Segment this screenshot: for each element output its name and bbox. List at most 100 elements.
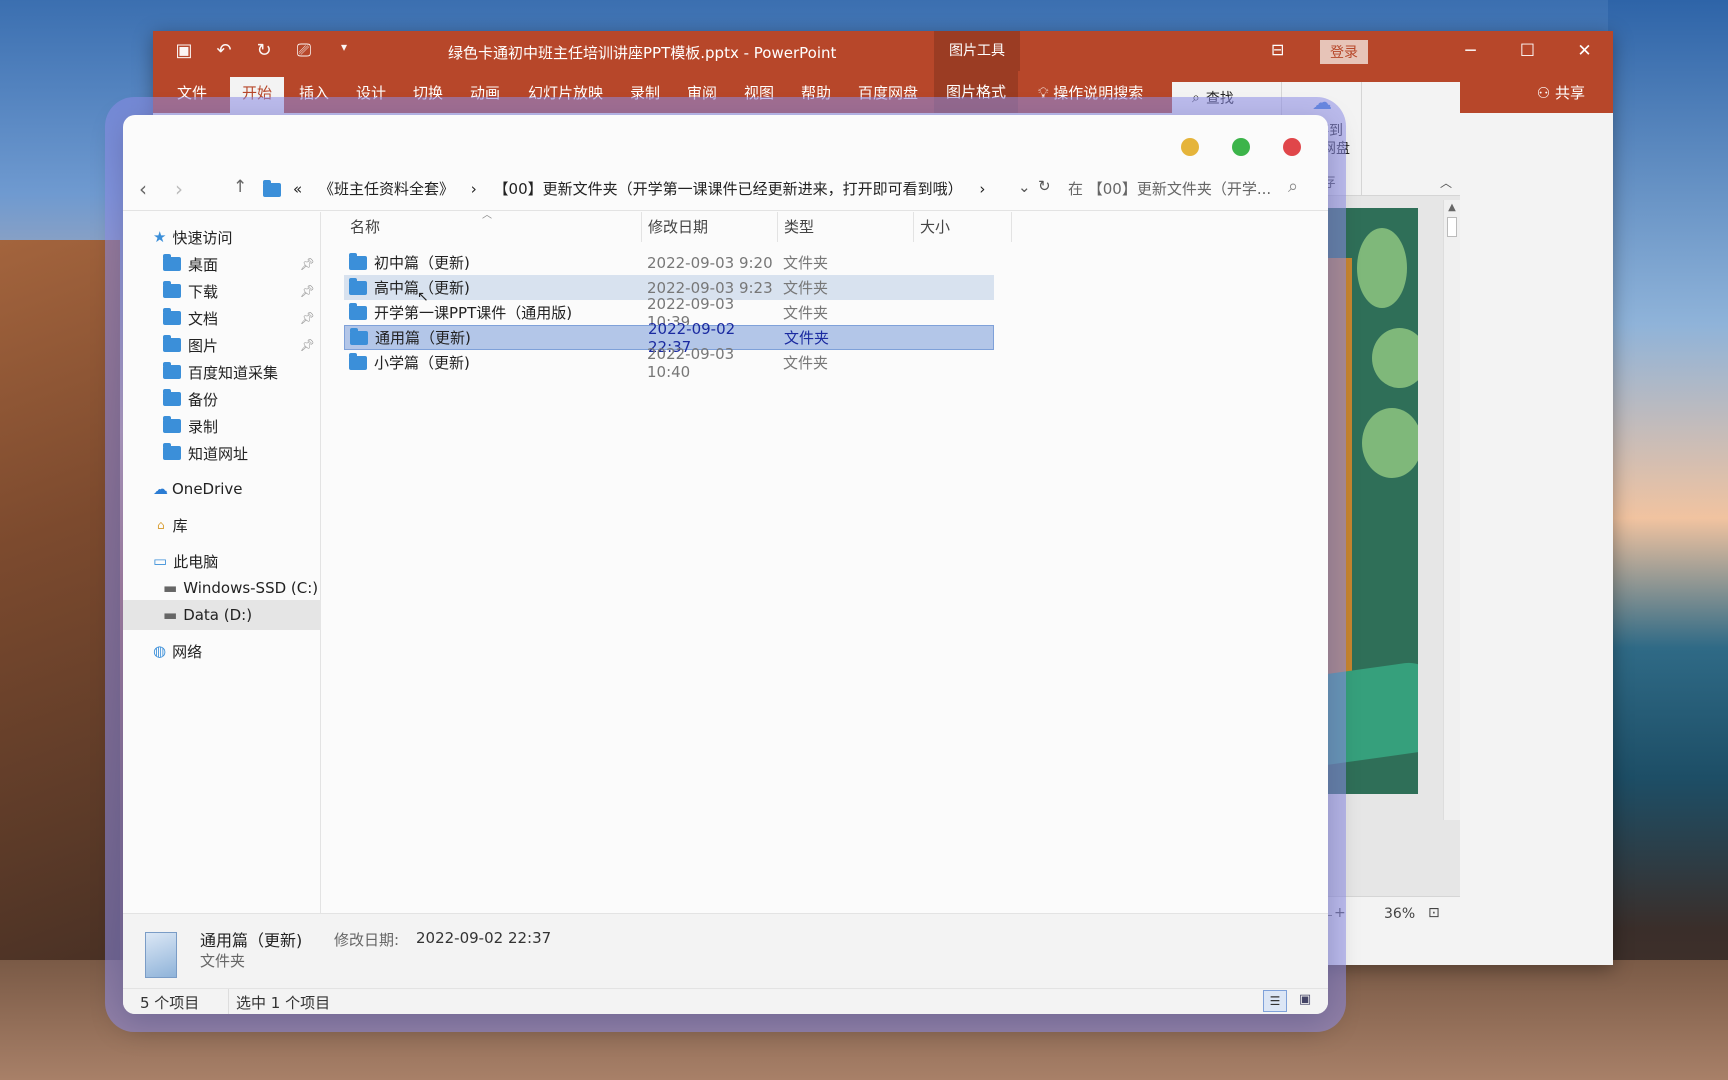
scroll-up-icon[interactable]: ▲ [1444,202,1460,213]
file-name: 开学第一课PPT课件（通用版) [374,304,573,322]
tab-design[interactable]: 设计 [356,82,386,103]
history-dropdown-icon[interactable]: ⌄ [1018,178,1031,196]
zoom-level[interactable]: 36% [1384,906,1415,922]
tab-baidu-netdisk[interactable]: 百度网盘 [858,82,918,103]
ribbon-display-icon[interactable]: ⊟ [1271,40,1284,59]
login-button[interactable]: 登录 [1320,40,1368,64]
maximize-dot[interactable] [1232,138,1250,156]
sidebar-item-documents[interactable]: 文档 📌︎ [123,303,321,333]
fit-slide-icon[interactable]: ⊡ [1428,905,1440,921]
close-icon[interactable]: ✕ [1556,31,1613,71]
folder-large-icon [145,932,177,978]
tell-me-label: 操作说明搜索 [1053,84,1144,102]
network-icon: ◍ [153,642,167,660]
large-icons-view-icon[interactable]: ▣ [1293,990,1317,1012]
sidebar-item-library[interactable]: ⌂ 库 [123,510,321,540]
item-count: 5 个项目 [140,994,200,1012]
undo-icon[interactable]: ↶ [213,40,235,61]
sidebar-item-desktop[interactable]: 桌面 📌︎ [123,249,321,279]
tab-insert[interactable]: 插入 [299,82,329,103]
sidebar-item-this-pc[interactable]: ▭ 此电脑 [123,546,321,576]
sidebar-item-network[interactable]: ◍ 网络 [123,636,321,666]
drive-icon: ▬ [163,606,178,624]
tab-record[interactable]: 录制 [630,82,660,103]
document-title: 绿色卡通初中班主任培训讲座PPT模板.pptx - PowerPoint [448,44,837,62]
breadcrumb-overflow[interactable]: « [293,180,302,198]
tab-slideshow[interactable]: 幻灯片放映 [528,82,603,103]
table-row[interactable]: 小学篇（更新) 2022-09-03 10:40 文件夹 [344,345,994,381]
tell-me-search[interactable]: 💡︎ 操作说明搜索 [1038,82,1143,103]
refresh-icon[interactable]: ↻ [1038,177,1051,195]
breadcrumb-item[interactable]: 《班主任资料全套》 [319,180,454,198]
back-icon[interactable]: ‹ [139,177,147,201]
tab-transitions[interactable]: 切换 [413,82,443,103]
sidebar-item-folder[interactable]: 知道网址 [123,438,321,468]
column-header-size[interactable]: 大小 [914,212,1012,242]
column-header-date[interactable]: 修改日期 [642,212,778,242]
redo-icon[interactable]: ↻ [253,40,275,61]
sidebar-item-downloads[interactable]: 下载 📌︎ [123,276,321,306]
minimize-dot[interactable] [1181,138,1199,156]
forward-icon[interactable]: › [175,177,183,201]
sidebar-item-label: OneDrive [172,480,243,498]
sidebar-item-onedrive[interactable]: ☁ OneDrive [123,474,321,504]
slide-leaf-shape [1357,228,1407,308]
mouse-cursor-icon: ↖ [417,289,429,305]
present-icon[interactable]: ⎚ [293,40,315,61]
search-input[interactable]: 在 【00】更新文件夹（开学... [1068,178,1271,199]
tab-help[interactable]: 帮助 [801,82,831,103]
navigation-pane: ★ 快速访问 桌面 📌︎ 下载 📌︎ 文档 📌︎ 图片 📌︎ 百度知道采集 备份 录制 知… [123,212,321,913]
sidebar-item-label: Data (D:) [183,606,253,624]
sidebar-item-folder[interactable]: 百度知道采集 [123,357,321,387]
breadcrumb-separator[interactable]: › [471,180,477,198]
scroll-thumb[interactable] [1447,217,1457,237]
sidebar-item-quick-access[interactable]: ★ 快速访问 [123,222,321,252]
sidebar-item-drive-d[interactable]: ▬ Data (D:) [123,600,321,630]
file-type: 文件夹 [784,329,830,347]
documents-folder-icon [163,308,181,325]
find-button[interactable]: ⌕ 查找 [1192,88,1234,108]
column-header-type[interactable]: 类型 [778,212,914,242]
maximize-icon[interactable]: ☐ [1499,31,1556,71]
share-button[interactable]: ⚇ 共享 [1537,82,1585,103]
slide-leaf-shape [1362,408,1418,478]
find-label: 查找 [1205,91,1234,107]
pin-icon: 📌︎ [299,257,315,271]
up-icon[interactable]: ↑ [233,177,247,197]
cloud-icon: ☁ [153,480,168,498]
tab-picture-format[interactable]: 图片格式 [934,71,1019,113]
baidu-cloud-icon[interactable]: ☁ [1282,90,1362,114]
column-header-name[interactable]: 名称 [344,212,642,242]
sidebar-item-folder[interactable]: 备份 [123,384,321,414]
tab-file[interactable]: 文件 [177,82,207,103]
tab-view[interactable]: 视图 [744,82,774,103]
breadcrumb: « 《班主任资料全套》 › 【00】更新文件夹（开学第一课课件已经更新进来，打开… [293,178,997,199]
collapse-ribbon-icon[interactable]: ︿ [1440,174,1452,191]
computer-icon: ▭ [153,552,168,570]
details-name: 通用篇（更新) [200,931,303,950]
file-name: 小学篇（更新) [374,354,470,372]
search-icon[interactable]: ⌕ [1288,176,1298,197]
customize-icon[interactable]: ▾ [333,40,355,61]
file-list: ︿ 名称 修改日期 类型 大小 初中篇（更新) 2022-09-03 9:20 … [322,210,1328,913]
tab-animations[interactable]: 动画 [470,82,500,103]
minimize-icon[interactable]: ─ [1442,31,1499,71]
sidebar-item-label: 库 [172,516,188,535]
slide-leaf-shape [1372,328,1418,388]
folder-icon [263,180,281,197]
slide-scrollbar[interactable]: ▲ [1443,200,1460,820]
close-dot[interactable] [1283,138,1301,156]
save-icon[interactable]: ▣ [173,40,195,61]
sidebar-item-label: 知道网址 [188,444,249,463]
table-row[interactable]: 初中篇（更新) 2022-09-03 9:20 文件夹 [344,250,994,275]
sidebar-item-folder[interactable]: 录制 [123,411,321,441]
sidebar-item-pictures[interactable]: 图片 📌︎ [123,330,321,360]
tab-home[interactable]: 开始 [230,77,285,114]
sidebar-item-drive-c[interactable]: ▬ Windows-SSD (C:) [123,573,321,603]
details-view-icon[interactable]: ☰ [1263,990,1287,1012]
zoom-in-icon[interactable]: + [1334,905,1346,921]
lightbulb-icon: 💡︎ [1038,84,1054,102]
tab-review[interactable]: 审阅 [687,82,717,103]
breadcrumb-item[interactable]: 【00】更新文件夹（开学第一课课件已经更新进来，打开即可看到哦） [494,180,963,198]
breadcrumb-separator[interactable]: › [979,180,985,198]
